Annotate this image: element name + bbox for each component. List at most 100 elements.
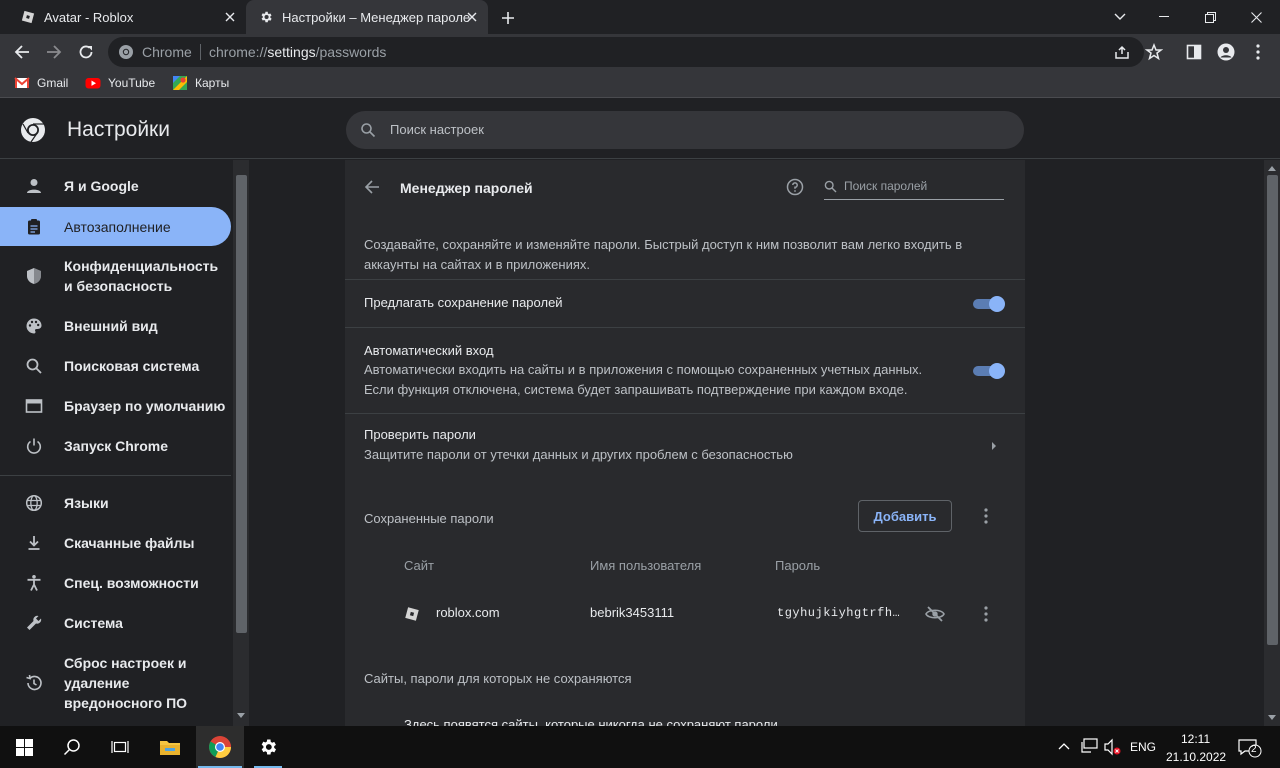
sidebar-item-you-and-google[interactable]: Я и Google — [0, 176, 231, 196]
language-indicator[interactable]: ENG — [1130, 740, 1156, 754]
address-bar[interactable]: Chrome chrome://settings/passwords — [108, 37, 1163, 67]
scroll-down-icon[interactable] — [236, 712, 246, 720]
main-scrollbar-thumb[interactable] — [1267, 175, 1278, 645]
tray-chevron-up-icon[interactable] — [1058, 742, 1070, 750]
windows-logo-icon — [15, 738, 33, 756]
chrome-logo-icon — [20, 117, 46, 143]
sidebar-item-search-engine[interactable]: Поисковая система — [0, 356, 231, 376]
side-panel-icon[interactable] — [1180, 38, 1208, 66]
settings-header: Настройки Поиск настроек — [0, 99, 1280, 159]
clock-date[interactable]: 21.10.2022 — [1166, 750, 1226, 764]
entry-password: tgyhujkiyhgtrfh… — [777, 606, 901, 620]
never-saved-label: Сайты, пароли для которых не сохраняются — [364, 671, 632, 686]
back-arrow-icon[interactable] — [364, 179, 380, 195]
omnibox-separator — [200, 44, 201, 60]
scroll-down-icon[interactable] — [1267, 714, 1277, 722]
taskbar-chrome[interactable] — [196, 726, 244, 768]
close-tab-icon[interactable] — [464, 9, 480, 25]
auto-signin-description: Автоматически входить на сайты и в прило… — [364, 362, 923, 397]
share-icon[interactable] — [1113, 43, 1131, 61]
sidebar-item-downloads[interactable]: Скачанные файлы — [0, 533, 231, 553]
sidebar-item-default-browser[interactable]: Браузер по умолчанию — [0, 396, 231, 416]
help-icon[interactable] — [786, 178, 804, 196]
offer-save-toggle[interactable] — [973, 296, 1005, 312]
notifications-icon[interactable] — [1238, 738, 1262, 758]
chrome-logo-icon[interactable] — [118, 44, 134, 60]
auto-signin-label: Автоматический вход — [364, 343, 494, 358]
bookmark-maps[interactable]: Карты — [172, 75, 229, 91]
password-manager-card: Менеджер паролей Поиск паролей Создавайт… — [345, 160, 1025, 732]
wrench-icon — [24, 613, 44, 633]
back-button[interactable] — [8, 38, 36, 66]
task-view-icon[interactable] — [96, 726, 144, 768]
check-passwords-label: Проверить пароли — [364, 427, 476, 442]
start-button[interactable] — [0, 726, 48, 768]
reload-button[interactable] — [72, 38, 100, 66]
add-password-button[interactable]: Добавить — [858, 500, 952, 532]
roblox-icon — [404, 606, 420, 622]
settings-search-input[interactable]: Поиск настроек — [346, 111, 1024, 149]
taskbar-search-icon[interactable] — [48, 726, 96, 768]
sidebar-scrollbar[interactable] — [233, 160, 249, 726]
row-more-actions-icon[interactable] — [984, 606, 988, 622]
sidebar-divider — [0, 475, 231, 476]
globe-icon — [24, 493, 44, 513]
scroll-up-icon[interactable] — [1267, 164, 1277, 172]
file-explorer-icon[interactable] — [146, 726, 194, 768]
password-search-input[interactable]: Поиск паролей — [824, 174, 1004, 200]
password-search-placeholder: Поиск паролей — [844, 179, 928, 193]
column-header-username: Имя пользователя — [590, 558, 702, 573]
divider — [345, 279, 1025, 280]
sidebar-item-languages[interactable]: Языки — [0, 493, 231, 513]
minimize-button[interactable] — [1141, 0, 1187, 34]
settings-sidebar: Я и Google Автозаполнение Конфиденциальн… — [0, 160, 232, 726]
gmail-icon — [14, 75, 30, 91]
tab-search-button[interactable] — [1097, 0, 1143, 34]
forward-button[interactable] — [40, 38, 68, 66]
sidebar-item-accessibility[interactable]: Спец. возможности — [0, 573, 231, 593]
bookmark-youtube[interactable]: YouTube — [85, 75, 155, 91]
main-scrollbar[interactable] — [1264, 160, 1280, 726]
tab-settings[interactable]: Настройки – Менеджер пароле — [246, 0, 488, 34]
sidebar-item-reset[interactable]: Сброс настроек и удаление вредоносного П… — [0, 653, 231, 713]
omnibox-url: chrome://settings/passwords — [209, 44, 387, 60]
sidebar-item-privacy[interactable]: Конфиденциальность и безопасность — [0, 256, 231, 296]
bookmark-gmail[interactable]: Gmail — [14, 75, 68, 91]
search-icon — [824, 180, 837, 193]
main-content: Менеджер паролей Поиск паролей Создавайт… — [249, 160, 1264, 732]
eye-off-icon[interactable] — [925, 605, 945, 623]
download-icon — [24, 533, 44, 553]
volume-muted-icon[interactable] — [1103, 738, 1121, 756]
sidebar-item-on-startup[interactable]: Запуск Chrome — [0, 436, 231, 456]
offer-save-label: Предлагать сохранение паролей — [364, 295, 563, 310]
tab-roblox[interactable]: Avatar - Roblox — [0, 0, 246, 34]
browser-toolbar: Chrome chrome://settings/passwords — [0, 34, 1280, 70]
taskbar-settings[interactable] — [244, 726, 292, 768]
gear-icon — [261, 739, 276, 755]
sidebar-item-autofill[interactable]: Автозаполнение — [0, 207, 231, 246]
sidebar-item-system[interactable]: Система — [0, 613, 231, 633]
more-actions-icon[interactable] — [984, 508, 988, 524]
shield-icon — [24, 266, 44, 286]
close-tab-icon[interactable] — [222, 9, 238, 25]
new-tab-button[interactable] — [498, 8, 518, 28]
restore-button[interactable] — [1187, 0, 1233, 34]
sidebar-item-appearance[interactable]: Внешний вид — [0, 316, 231, 336]
profile-avatar-icon[interactable] — [1212, 38, 1240, 66]
saved-passwords-label: Сохраненные пароли — [364, 511, 494, 526]
bookmark-star-icon[interactable] — [1145, 43, 1163, 61]
column-header-site: Сайт — [404, 558, 434, 573]
divider — [345, 413, 1025, 414]
entry-site[interactable]: roblox.com — [436, 605, 500, 620]
network-icon[interactable] — [1081, 738, 1099, 754]
restore-icon — [24, 673, 44, 693]
menu-kebab-icon[interactable] — [1244, 38, 1272, 66]
card-header: Менеджер паролей Поиск паролей — [345, 160, 1025, 216]
clock-time[interactable]: 12:11 — [1181, 732, 1210, 746]
tab-title: Avatar - Roblox — [44, 9, 134, 25]
chevron-right-icon[interactable] — [991, 441, 997, 451]
auto-signin-toggle[interactable] — [973, 363, 1005, 379]
close-window-button[interactable] — [1233, 0, 1279, 34]
sidebar-scrollbar-thumb[interactable] — [236, 175, 247, 633]
omnibox-origin: Chrome — [142, 44, 192, 60]
